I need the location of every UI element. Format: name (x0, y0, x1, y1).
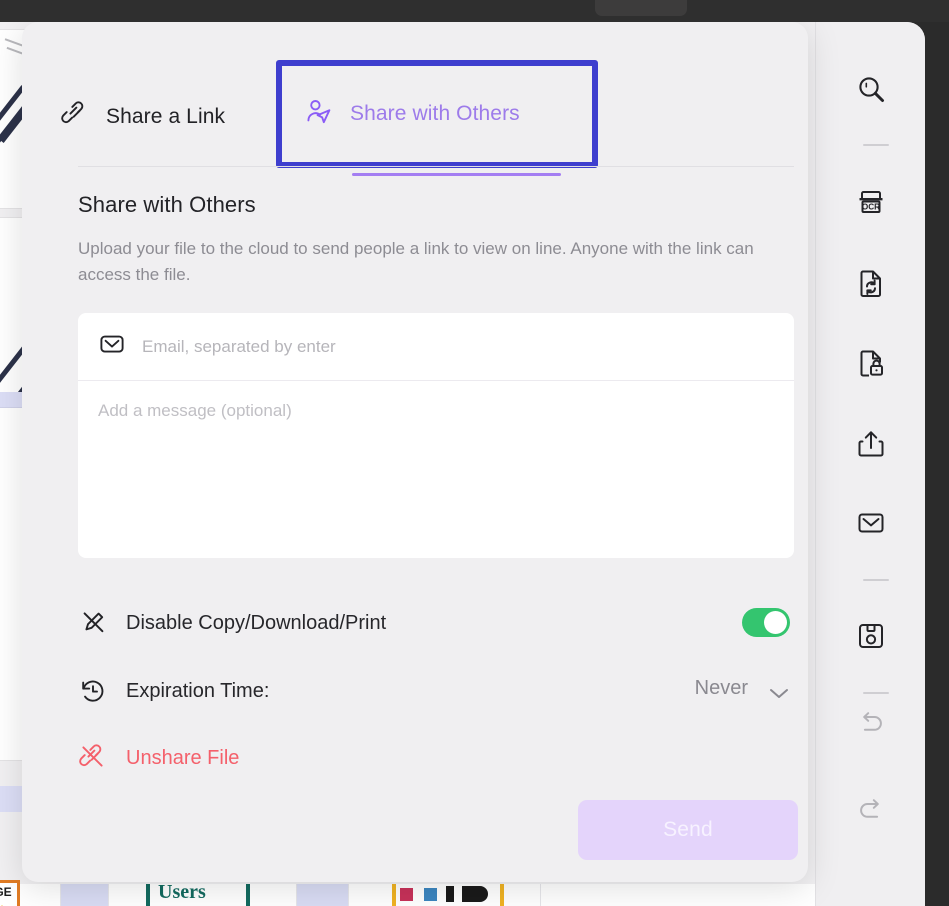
share-person-icon (304, 97, 334, 132)
convert-file-icon[interactable] (843, 255, 899, 311)
option-expiration-time[interactable]: Expiration Time: Never (78, 667, 794, 715)
dialog-tabs: Share a Link Share with Others (22, 60, 808, 176)
section-title: Share with Others (78, 192, 256, 217)
rail-separator-1 (863, 144, 889, 146)
redo-icon[interactable] (843, 782, 899, 838)
toggle-knob (764, 611, 787, 634)
envelope-icon (98, 330, 126, 363)
pen-slash-icon (78, 608, 126, 638)
screen-root: Users Love Us association GE (0, 0, 949, 906)
option-label: Disable Copy/Download/Print (126, 611, 387, 634)
share-dialog: Share a Link Share with Others Share wit… (22, 22, 808, 882)
share-upload-icon[interactable] (843, 416, 899, 472)
chevron-down-icon[interactable] (768, 686, 790, 705)
clock-rewind-icon (78, 676, 126, 706)
footer-badge-text: GE (0, 885, 12, 899)
email-icon[interactable] (843, 495, 899, 551)
footer-heading-1: Users (158, 881, 206, 903)
send-button[interactable]: Send (578, 800, 798, 860)
document-footer-strip: Users Love Us association (0, 881, 815, 906)
footer-badge: GE (0, 880, 20, 906)
ocr-icon[interactable]: OCR (843, 174, 899, 230)
recipient-card (78, 313, 794, 558)
option-unshare-file[interactable]: Unshare File (78, 734, 794, 782)
app-window: Users Love Us association GE (0, 22, 925, 906)
disable-copy-toggle[interactable] (742, 608, 790, 637)
option-disable-copy[interactable]: Disable Copy/Download/Print (78, 599, 794, 647)
tab-label: Share a Link (106, 105, 226, 128)
rail-separator-2 (863, 579, 889, 581)
active-tab-underline (352, 173, 561, 176)
tab-share-with-others[interactable]: Share with Others (276, 60, 598, 168)
expiration-value: Never (694, 677, 748, 699)
section-description: Upload your file to the cloud to send pe… (78, 239, 754, 284)
protect-file-icon[interactable] (843, 335, 899, 391)
email-input[interactable] (142, 336, 742, 357)
rail-separator-3 (863, 692, 889, 694)
message-input[interactable] (98, 400, 774, 540)
title-bar-button[interactable] (595, 0, 687, 16)
option-label: Expiration Time: (126, 679, 270, 702)
broken-link-icon (78, 743, 126, 773)
svg-text:OCR: OCR (862, 203, 880, 212)
tab-label: Share with Others (350, 102, 520, 125)
os-title-bar (0, 0, 949, 22)
search-icon[interactable] (843, 62, 899, 118)
link-chain-icon (60, 100, 90, 135)
tool-rail: OCR (815, 22, 925, 906)
tabs-divider (78, 166, 794, 167)
tab-share-a-link[interactable]: Share a Link (56, 88, 229, 146)
message-area[interactable] (78, 382, 794, 558)
email-row[interactable] (78, 313, 794, 381)
option-label: Unshare File (126, 746, 240, 769)
save-icon[interactable] (843, 608, 899, 664)
undo-icon[interactable] (843, 695, 899, 751)
